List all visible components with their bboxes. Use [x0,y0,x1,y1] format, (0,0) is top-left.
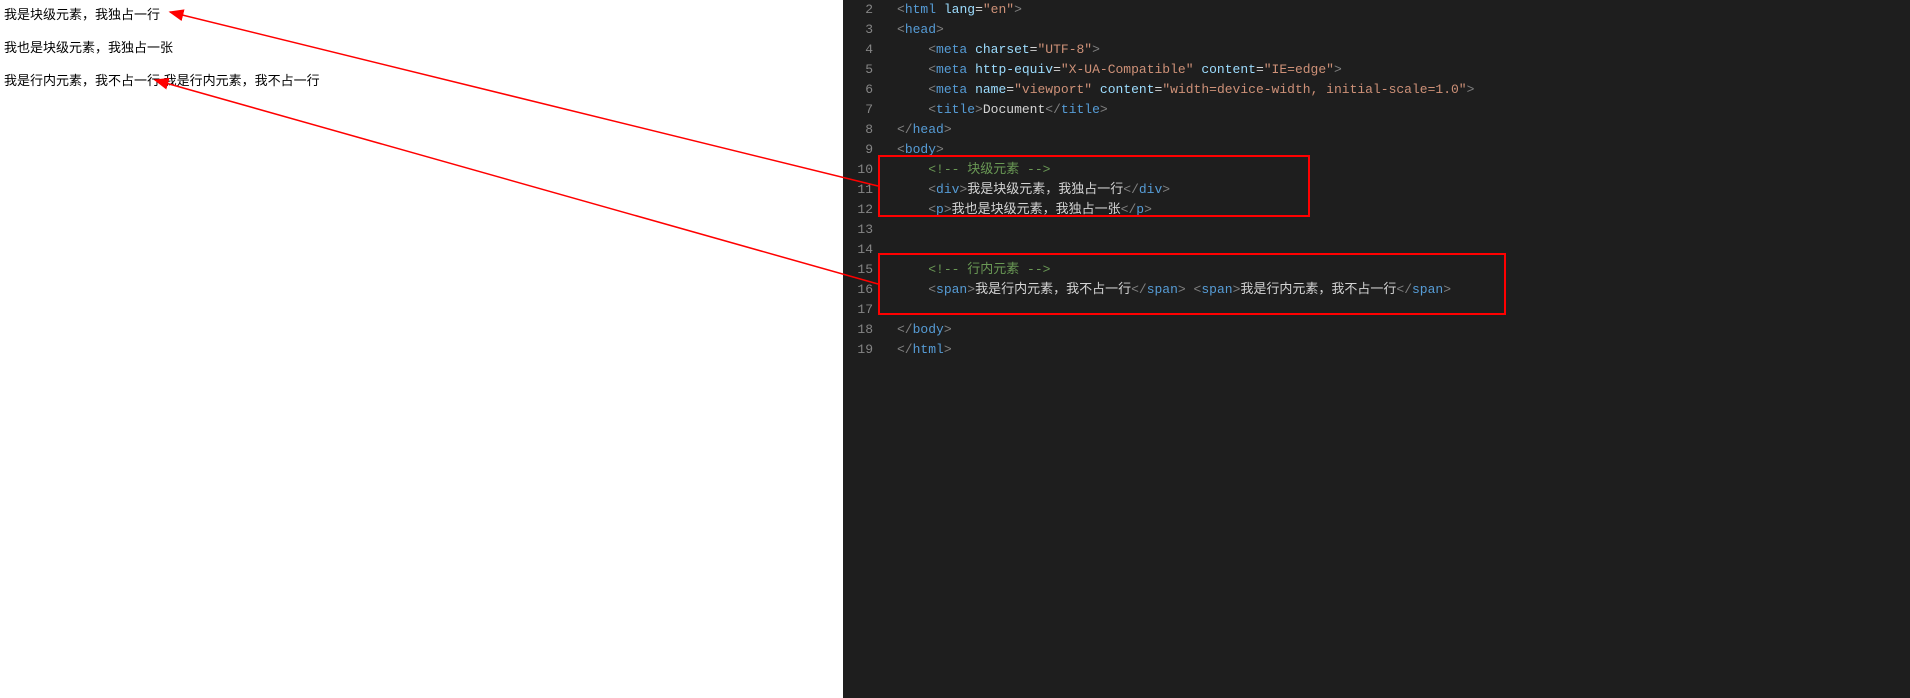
line-number: 5 [843,60,873,80]
line-number: 9 [843,140,873,160]
line-number: 15 [843,260,873,280]
line-number: 7 [843,100,873,120]
line-number: 18 [843,320,873,340]
code-line[interactable]: <span>我是行内元素，我不占一行</span> <span>我是行内元素，我… [897,280,1910,300]
code-line[interactable]: <div>我是块级元素，我独占一行</div> [897,180,1910,200]
preview-block-p: 我也是块级元素，我独占一张 [4,37,839,56]
line-number-gutter: 2345678910111213141516171819 [843,0,891,698]
line-number: 3 [843,20,873,40]
preview-block-div: 我是块级元素，我独占一行 [4,4,839,23]
code-line[interactable]: <!-- 行内元素 --> [897,260,1910,280]
code-line[interactable]: </head> [897,120,1910,140]
line-number: 17 [843,300,873,320]
preview-inline-span-1: 我是行内元素，我不占一行 [4,73,160,88]
code-line[interactable]: <meta http-equiv="X-UA-Compatible" conte… [897,60,1910,80]
line-number: 19 [843,340,873,360]
code-line[interactable]: <html lang="en"> [897,0,1910,20]
line-number: 13 [843,220,873,240]
line-number: 10 [843,160,873,180]
line-number: 6 [843,80,873,100]
code-line[interactable] [897,220,1910,240]
line-number: 14 [843,240,873,260]
browser-preview-pane: 我是块级元素，我独占一行 我也是块级元素，我独占一张 我是行内元素，我不占一行 … [0,0,843,698]
preview-inline-row: 我是行内元素，我不占一行 我是行内元素，我不占一行 [4,70,839,89]
code-line[interactable] [897,240,1910,260]
code-line[interactable]: </html> [897,340,1910,360]
code-line[interactable]: <meta name="viewport" content="width=dev… [897,80,1910,100]
line-number: 16 [843,280,873,300]
code-line[interactable]: <title>Document</title> [897,100,1910,120]
code-line[interactable]: </body> [897,320,1910,340]
line-number: 12 [843,200,873,220]
code-line[interactable] [897,300,1910,320]
line-number: 8 [843,120,873,140]
line-number: 2 [843,0,873,20]
line-number: 11 [843,180,873,200]
preview-inline-span-2: 我是行内元素，我不占一行 [164,73,320,88]
code-line[interactable]: <p>我也是块级元素，我独占一张</p> [897,200,1910,220]
code-line[interactable]: <!-- 块级元素 --> [897,160,1910,180]
code-editor-pane[interactable]: 2345678910111213141516171819 <html lang=… [843,0,1910,698]
app-root: 我是块级元素，我独占一行 我也是块级元素，我独占一张 我是行内元素，我不占一行 … [0,0,1910,698]
code-line[interactable]: <meta charset="UTF-8"> [897,40,1910,60]
code-area[interactable]: <html lang="en"><head> <meta charset="UT… [891,0,1910,360]
code-line[interactable]: <head> [897,20,1910,40]
line-number: 4 [843,40,873,60]
code-line[interactable]: <body> [897,140,1910,160]
